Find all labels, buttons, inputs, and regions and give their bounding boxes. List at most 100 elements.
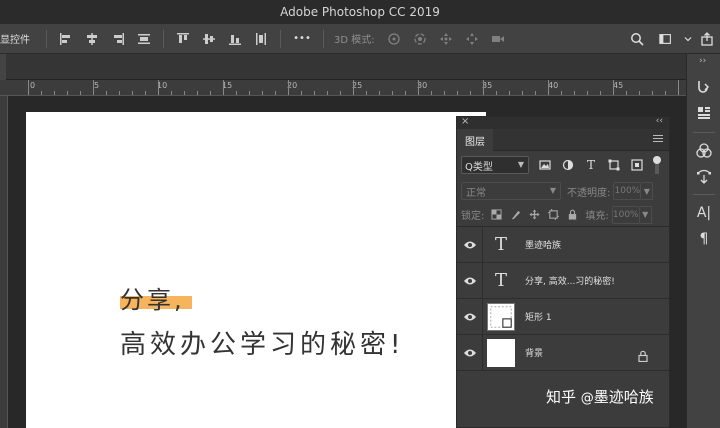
align-right-icon[interactable] — [110, 31, 126, 47]
ruler-tick — [340, 91, 341, 95]
filter-smart-object-icon[interactable] — [630, 158, 644, 172]
share-icon[interactable] — [699, 31, 715, 47]
search-icon[interactable] — [629, 31, 645, 47]
lock-icon[interactable] — [637, 347, 649, 363]
horizontal-ruler[interactable]: 0 5 10 15 20 25 30 35 40 45 — [0, 80, 686, 96]
visibility-eye-icon[interactable] — [457, 226, 483, 263]
panel-title-strip: × ‹‹ — [457, 116, 669, 129]
tab-layers[interactable]: 图层 — [457, 129, 493, 151]
options-separator — [280, 29, 281, 48]
ruler-tick — [665, 91, 666, 95]
panel-menu-icon[interactable] — [653, 135, 663, 144]
options-bar: 显控件 ••• 3D 模式: — [0, 24, 720, 54]
ruler-tick — [366, 91, 367, 95]
align-vertical-center-icon[interactable] — [201, 31, 217, 47]
lock-all-icon[interactable] — [565, 208, 579, 222]
fill-input[interactable]: 100% — [611, 205, 640, 224]
watermark-brand: 知乎 — [546, 388, 577, 406]
ruler-tick — [145, 91, 146, 95]
options-separator — [46, 29, 47, 48]
lock-artboard-icon[interactable] — [546, 208, 560, 222]
vertical-ruler[interactable] — [0, 96, 8, 428]
ruler-tick — [561, 91, 562, 95]
3d-camera-icon — [490, 31, 506, 47]
align-left-icon[interactable] — [58, 31, 74, 47]
close-icon[interactable]: × — [461, 116, 469, 127]
distribute-icon[interactable] — [136, 31, 152, 47]
lock-position-icon[interactable] — [527, 208, 541, 222]
opacity-input[interactable]: 100% — [613, 182, 642, 200]
ruler-tick — [275, 91, 276, 95]
history-icon[interactable] — [695, 78, 713, 96]
filter-kind-select[interactable]: Q类型 ▼ — [461, 156, 529, 174]
blend-mode-select[interactable]: 正常 ▼ — [461, 182, 561, 200]
ruler-tick — [197, 91, 198, 95]
ruler-tick — [470, 91, 471, 95]
filter-toggle-track — [655, 164, 659, 174]
filter-type-icon[interactable]: T — [584, 158, 598, 172]
properties-icon[interactable] — [695, 104, 713, 122]
layer-name[interactable]: 墨迹哈族 — [525, 238, 561, 251]
layer-row[interactable]: T 墨迹哈族 — [457, 226, 669, 263]
ruler-tick — [28, 80, 29, 95]
type-layer-thumbnail: T — [494, 234, 507, 255]
paths-icon[interactable] — [695, 168, 713, 186]
ruler-tick — [652, 91, 653, 95]
options-right-tools — [624, 24, 720, 54]
align-top-icon[interactable] — [175, 31, 191, 47]
document-tab[interactable] — [0, 54, 6, 80]
ruler-mark: 40 — [548, 81, 559, 90]
show-transform-controls-label[interactable]: 显控件 — [0, 31, 30, 46]
canvas-subtitle-text[interactable]: 高效办公学习的秘密! — [120, 324, 404, 361]
ruler-tick — [639, 91, 640, 95]
layer-row[interactable]: 背景 — [457, 334, 669, 371]
dock-separator — [693, 132, 715, 133]
visibility-eye-icon[interactable] — [457, 334, 483, 371]
ruler-tick — [444, 91, 445, 95]
filter-adjustment-icon[interactable] — [561, 158, 575, 172]
dock-collapse-icon[interactable]: ›› — [699, 56, 706, 66]
workspace-icon[interactable] — [655, 31, 677, 47]
layer-name[interactable]: 背景 — [525, 346, 543, 359]
align-horizontal-center-icon[interactable] — [84, 31, 100, 47]
lock-row: 锁定: 填充: 100% ▼ — [457, 203, 669, 227]
background-layer-thumbnail — [487, 338, 515, 367]
distribute-vertical-icon[interactable] — [253, 31, 269, 47]
chevron-down-icon[interactable]: ▼ — [641, 182, 654, 200]
visibility-eye-icon[interactable] — [457, 262, 483, 299]
filter-pixel-icon[interactable] — [538, 158, 552, 172]
ruler-mark: 45 — [613, 81, 624, 90]
layer-name[interactable]: 分享, 高效...习的秘密! — [525, 274, 615, 287]
more-options-icon[interactable]: ••• — [292, 31, 312, 47]
character-icon[interactable]: A| — [695, 204, 713, 222]
chevron-down-icon[interactable] — [684, 31, 692, 47]
ruler-mark: 0 — [30, 81, 36, 90]
layer-row[interactable]: T 分享, 高效...习的秘密! — [457, 262, 669, 299]
canvas-headline-text[interactable]: 分享, — [120, 280, 185, 315]
chevron-down-icon[interactable]: ▼ — [639, 205, 652, 224]
filter-shape-icon[interactable] — [607, 158, 621, 172]
filter-toggle[interactable] — [653, 156, 661, 164]
collapse-icon[interactable]: ‹‹ — [656, 116, 663, 126]
options-separator — [323, 29, 324, 48]
layer-name[interactable]: 矩形 1 — [525, 310, 552, 323]
ruler-tick — [223, 80, 224, 95]
layer-row[interactable]: 矩形 1 — [457, 298, 669, 335]
paragraph-icon[interactable]: ¶ — [695, 230, 713, 248]
3d-orbit-icon — [386, 31, 402, 47]
ruler-tick — [288, 80, 289, 95]
ruler-tick — [353, 80, 354, 95]
ruler-tick — [574, 91, 575, 95]
ruler-tick — [132, 91, 133, 95]
layers-panel: × ‹‹ 图层 Q类型 ▼ T 正常 ▼ 不透明度: 100% ▼ 锁定: 填充… — [456, 116, 670, 428]
lock-image-icon[interactable] — [508, 208, 522, 222]
lock-transparent-icon[interactable] — [489, 208, 503, 222]
visibility-eye-icon[interactable] — [457, 298, 483, 335]
blend-mode-value: 正常 — [466, 187, 486, 199]
channels-icon[interactable] — [695, 142, 713, 160]
document-canvas[interactable]: 分享, 高效办公学习的秘密! — [26, 112, 486, 428]
ruler-tick — [210, 91, 211, 95]
ruler-tick — [93, 80, 94, 95]
align-bottom-icon[interactable] — [227, 31, 243, 47]
ruler-tick — [418, 80, 419, 95]
